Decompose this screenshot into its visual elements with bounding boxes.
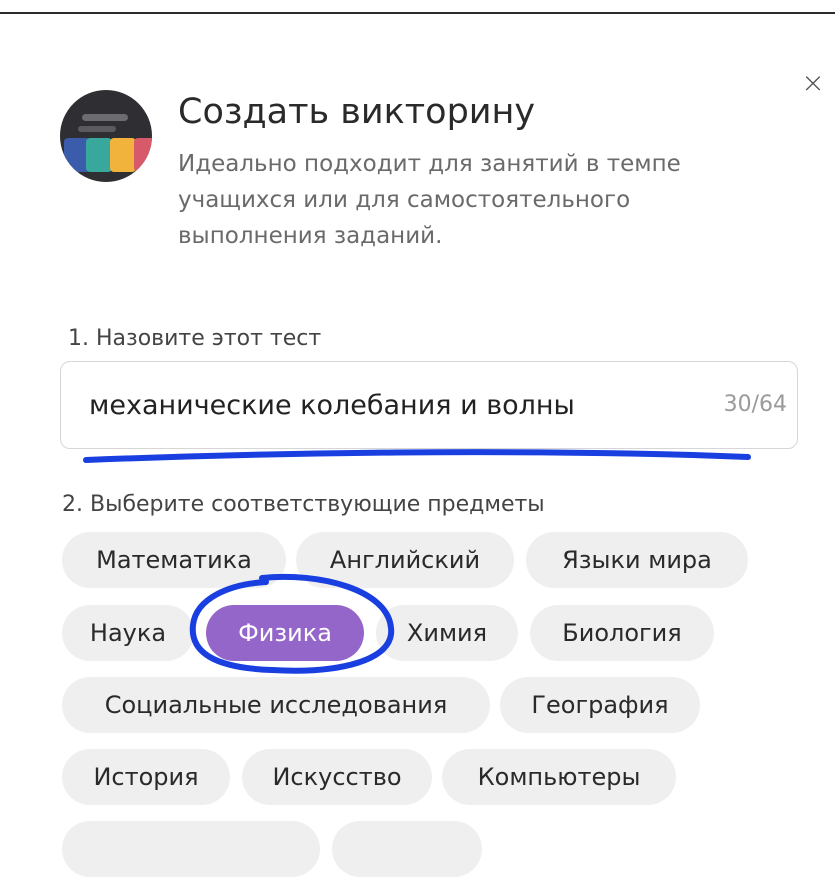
subject-chip-social-studies[interactable]: Социальные исследования bbox=[62, 677, 490, 733]
subject-chip-computers[interactable]: Компьютеры bbox=[442, 749, 676, 805]
dialog-subtitle: Идеально подходит для занятий в темпе уч… bbox=[178, 151, 681, 249]
quiz-name-input[interactable]: механические колебания и волны 30/64 bbox=[60, 361, 798, 449]
close-icon[interactable]: × bbox=[798, 68, 828, 98]
subject-chip-physics[interactable]: Физика bbox=[206, 605, 364, 661]
subject-chip-more-1[interactable] bbox=[62, 821, 320, 877]
quiz-name-label: 1. Назовите этот тест bbox=[68, 326, 322, 351]
underline-annotation bbox=[83, 449, 751, 463]
subject-chip-world-languages[interactable]: Языки мира bbox=[526, 532, 748, 588]
subject-chip-english[interactable]: Английский bbox=[296, 532, 514, 588]
subject-chip-geography[interactable]: География bbox=[500, 677, 700, 733]
subjects-label: 2. Выберите соответствующие предметы bbox=[62, 492, 545, 517]
quiz-logo-icon bbox=[60, 90, 152, 182]
subject-chip-more-2[interactable] bbox=[332, 821, 482, 877]
quiz-name-value[interactable]: механические колебания и волны bbox=[89, 390, 575, 421]
subject-chip-biology[interactable]: Биология bbox=[530, 605, 714, 661]
subject-chip-art[interactable]: Искусство bbox=[242, 749, 432, 805]
char-counter: 30/64 bbox=[723, 392, 787, 417]
dialog-title: Создать викторину bbox=[178, 92, 536, 132]
subject-chip-chemistry[interactable]: Химия bbox=[376, 605, 518, 661]
subject-chip-history[interactable]: История bbox=[62, 749, 230, 805]
subject-chip-science[interactable]: Наука bbox=[62, 605, 194, 661]
top-divider bbox=[0, 12, 835, 14]
subject-chip-math[interactable]: Математика bbox=[62, 532, 286, 588]
